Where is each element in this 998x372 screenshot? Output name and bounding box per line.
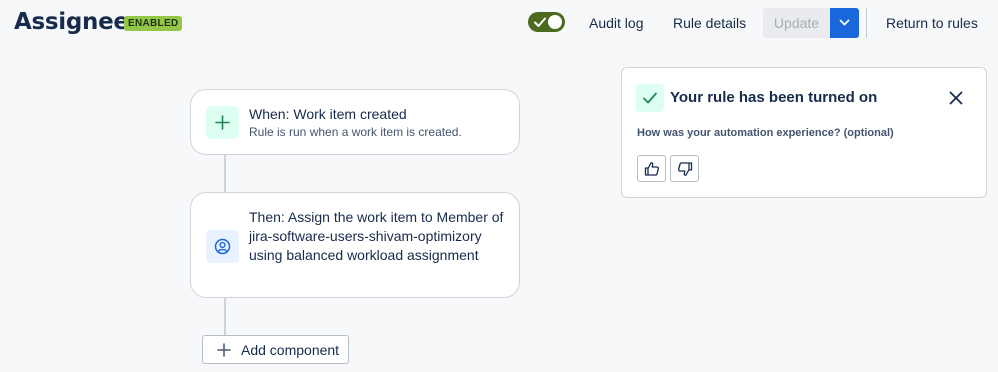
check-icon: [534, 17, 546, 27]
header-divider: [866, 8, 867, 38]
flow-connector: [224, 298, 226, 335]
rule-details-button[interactable]: Rule details: [673, 12, 746, 34]
check-icon: [643, 92, 657, 104]
trigger-card[interactable]: When: Work item created Rule is run when…: [190, 89, 520, 155]
update-button[interactable]: Update: [763, 8, 830, 38]
success-flag: Your rule has been turned on How was you…: [621, 67, 987, 198]
close-icon[interactable]: [948, 90, 964, 106]
thumbs-down-button[interactable]: [670, 155, 699, 182]
trigger-icon-box: [206, 106, 239, 139]
thumbs-down-icon: [678, 162, 693, 176]
update-dropdown-button[interactable]: [830, 8, 859, 38]
action-icon-box: [206, 230, 239, 263]
thumbs-up-button[interactable]: [637, 155, 666, 182]
plus-icon: [215, 115, 230, 130]
user-circle-icon: [214, 238, 231, 255]
trigger-title: When: Work item created: [249, 106, 407, 122]
return-to-rules-button[interactable]: Return to rules: [886, 12, 978, 34]
toggle-knob: [548, 15, 562, 29]
flag-title: Your rule has been turned on: [670, 89, 878, 106]
status-badge: ENABLED: [124, 16, 183, 31]
plus-icon: [217, 343, 231, 357]
rule-title: Assignee: [14, 9, 129, 35]
flow-connector: [224, 155, 226, 192]
action-card[interactable]: Then: Assign the work item to Member of …: [190, 192, 520, 298]
add-component-button[interactable]: Add component: [202, 335, 349, 364]
flag-icon-box: [636, 84, 664, 112]
rule-enabled-toggle[interactable]: [528, 12, 565, 32]
thumbs-up-icon: [644, 162, 659, 176]
audit-log-button[interactable]: Audit log: [589, 12, 643, 34]
feedback-question: How was your automation experience? (opt…: [637, 127, 894, 139]
action-title: Then: Assign the work item to Member of …: [249, 209, 504, 263]
chevron-down-icon: [839, 19, 850, 26]
add-component-label: Add component: [241, 342, 340, 358]
trigger-subtitle: Rule is run when a work item is created.: [249, 125, 462, 139]
